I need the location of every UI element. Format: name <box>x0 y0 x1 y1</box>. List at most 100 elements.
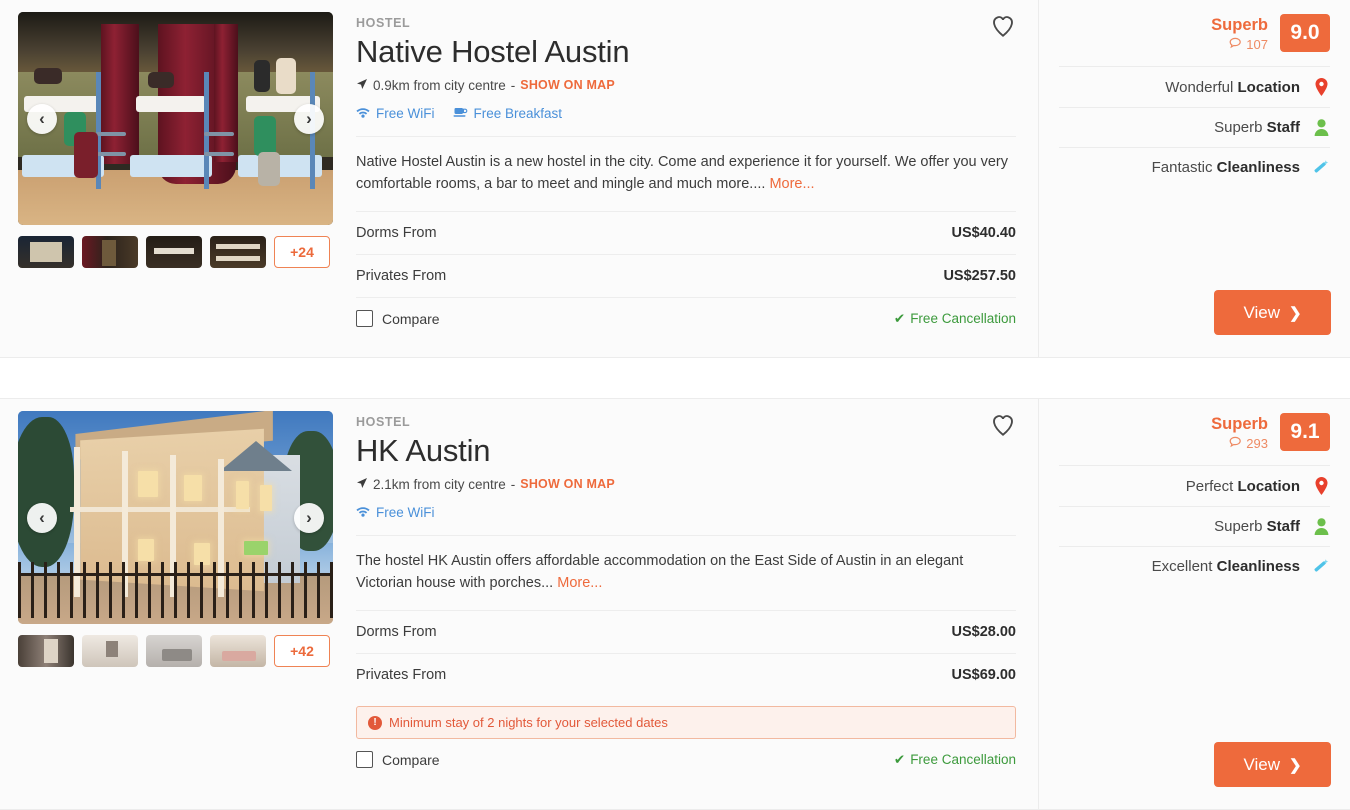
distance-text: 2.1km from city centre <box>373 477 506 492</box>
listing-title[interactable]: Native Hostel Austin <box>356 34 1016 71</box>
category-adjective: Wonderful <box>1165 79 1233 96</box>
facility-free-wifi[interactable]: Free WiFi <box>356 505 435 520</box>
rating-text-block: Superb 107 <box>1211 14 1268 52</box>
category-name: Cleanliness <box>1217 558 1300 575</box>
thumbnail[interactable] <box>82 236 138 268</box>
thumbnail[interactable] <box>18 236 74 268</box>
separator-dash: - <box>511 477 516 492</box>
category-name: Location <box>1238 79 1301 96</box>
price-label: Privates From <box>356 667 446 683</box>
listing-type: HOSTEL <box>356 16 1016 30</box>
free-cancellation-label: Free Cancellation <box>910 311 1016 326</box>
thumbnail[interactable] <box>210 635 266 667</box>
gallery-prev-arrow[interactable]: ‹ <box>27 104 57 134</box>
thumbnail-strip: +24 <box>18 236 340 268</box>
compare-checkbox-row[interactable]: Compare <box>356 751 440 768</box>
distance-row: 2.1km from city centre - SHOW ON MAP <box>356 477 1016 492</box>
rating-label: Superb <box>1211 16 1268 35</box>
view-button[interactable]: View ❯ <box>1214 742 1331 787</box>
rating-summary: Superb 293 9.1 <box>1059 413 1330 465</box>
rating-category-cleanliness: Fantastic Cleanliness <box>1059 147 1330 187</box>
rating-category-cleanliness: Excellent Cleanliness <box>1059 546 1330 586</box>
hostel-card[interactable]: ‹ › +24 <box>0 0 1350 358</box>
price-label: Privates From <box>356 268 446 284</box>
thumbnail[interactable] <box>18 635 74 667</box>
view-button-label: View <box>1243 303 1280 323</box>
coffee-cup-icon <box>453 106 468 121</box>
rating-panel: Superb 293 9.1 Perfect Location <box>1038 399 1350 809</box>
compare-checkbox[interactable] <box>356 310 373 327</box>
price-value: US$40.40 <box>952 225 1017 241</box>
description-text: The hostel HK Austin offers affordable a… <box>356 553 963 592</box>
facility-label: Free WiFi <box>376 106 435 121</box>
price-value: US$69.00 <box>952 667 1017 683</box>
facility-free-wifi[interactable]: Free WiFi <box>356 106 435 121</box>
wifi-icon <box>356 505 370 520</box>
more-link[interactable]: More... <box>557 575 602 591</box>
compare-checkbox-row[interactable]: Compare <box>356 310 440 327</box>
category-name: Cleanliness <box>1217 159 1300 176</box>
facility-label: Free Breakfast <box>474 106 563 121</box>
facility-free-breakfast[interactable]: Free Breakfast <box>453 106 563 121</box>
check-icon: ✔ <box>894 752 905 768</box>
more-photos-badge[interactable]: +42 <box>274 635 330 667</box>
category-adjective: Perfect <box>1186 478 1234 495</box>
compare-label: Compare <box>382 752 440 768</box>
navigation-arrow-icon <box>356 477 368 492</box>
exclamation-icon: ! <box>368 716 382 730</box>
price-row-privates: Privates From US$69.00 <box>356 653 1016 696</box>
category-adjective: Superb <box>1214 518 1262 535</box>
category-adjective: Fantastic <box>1152 159 1213 176</box>
description-text: Native Hostel Austin is a new hostel in … <box>356 154 1008 193</box>
thumbnail[interactable] <box>146 236 202 268</box>
thumbnail-strip: +42 <box>18 635 340 667</box>
hero-image[interactable]: ‹ › <box>18 411 333 624</box>
hero-image[interactable]: ‹ › <box>18 12 333 225</box>
compare-checkbox[interactable] <box>356 751 373 768</box>
view-button[interactable]: View ❯ <box>1214 290 1331 335</box>
magic-wand-icon <box>1312 159 1330 176</box>
gallery-column: ‹ › +42 <box>0 399 340 809</box>
favourite-heart-icon[interactable] <box>990 413 1016 442</box>
show-on-map-link[interactable]: SHOW ON MAP <box>520 78 615 92</box>
chevron-left-icon: ‹ <box>39 508 45 528</box>
rating-panel: Superb 107 9.0 Wonderful Location <box>1038 0 1350 357</box>
thumbnail[interactable] <box>210 236 266 268</box>
thumbnail[interactable] <box>146 635 202 667</box>
wifi-icon <box>356 106 370 121</box>
show-on-map-link[interactable]: SHOW ON MAP <box>520 477 615 491</box>
listing-description: The hostel HK Austin offers affordable a… <box>356 536 1016 611</box>
rating-label: Superb <box>1211 415 1268 434</box>
favourite-heart-icon[interactable] <box>990 14 1016 43</box>
chevron-right-icon: › <box>306 508 312 528</box>
price-label: Dorms From <box>356 624 437 640</box>
gallery-next-arrow[interactable]: › <box>294 104 324 134</box>
thumbnail[interactable] <box>82 635 138 667</box>
warning-text: Minimum stay of 2 nights for your select… <box>389 715 668 730</box>
rating-category-staff: Superb Staff <box>1059 506 1330 546</box>
hostel-card[interactable]: ‹ › +42 <box>0 398 1350 810</box>
more-photos-badge[interactable]: +24 <box>274 236 330 268</box>
category-adjective: Excellent <box>1152 558 1213 575</box>
price-value: US$28.00 <box>952 624 1017 640</box>
price-row-dorms: Dorms From US$40.40 <box>356 211 1016 254</box>
listing-details: HOSTEL HK Austin 2.1km from city centre … <box>340 399 1038 809</box>
hostel-photo-dorm-room <box>18 12 333 225</box>
rating-category-location: Wonderful Location <box>1059 66 1330 107</box>
distance-text: 0.9km from city centre <box>373 78 506 93</box>
hostel-photo-victorian-house <box>18 411 333 624</box>
review-count-row[interactable]: 107 <box>1211 37 1268 52</box>
review-count-row[interactable]: 293 <box>1211 436 1268 451</box>
rating-text-block: Superb 293 <box>1211 413 1268 451</box>
chevron-right-icon: › <box>306 109 312 129</box>
free-cancellation-label: Free Cancellation <box>910 752 1016 767</box>
listing-details: HOSTEL Native Hostel Austin 0.9km from c… <box>340 0 1038 357</box>
more-link[interactable]: More... <box>769 176 814 192</box>
magic-wand-icon <box>1312 558 1330 575</box>
listing-title[interactable]: HK Austin <box>356 433 1016 470</box>
view-button-label: View <box>1243 755 1280 775</box>
price-value: US$257.50 <box>943 268 1016 284</box>
navigation-arrow-icon <box>356 78 368 93</box>
gallery-next-arrow[interactable]: › <box>294 503 324 533</box>
gallery-prev-arrow[interactable]: ‹ <box>27 503 57 533</box>
